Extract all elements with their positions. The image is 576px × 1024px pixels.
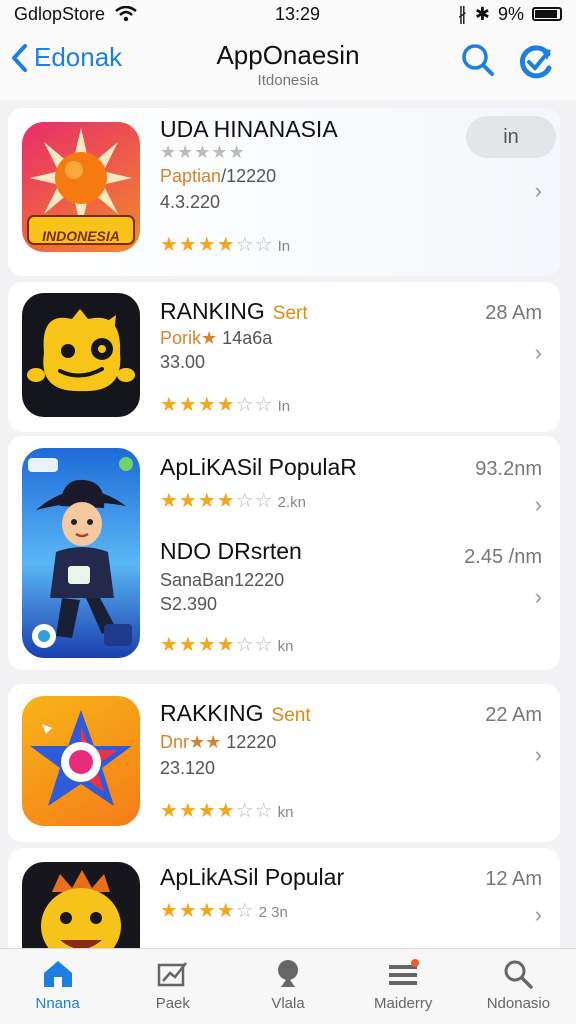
battery-icon (532, 7, 562, 21)
app-icon-ninja (22, 448, 140, 658)
list-icon (389, 959, 420, 985)
star-rating: ★★★★☆☆ kn (160, 800, 294, 822)
star-illustration-icon (30, 710, 132, 806)
bluetooth-icon-2: ✱ (474, 3, 490, 24)
tab-bar: Nnana Paek Vlala Maiderry Ndonasio (0, 948, 576, 1024)
ninja-illustration-icon (28, 457, 133, 648)
app-name-secondary: NDO DRsrten (160, 538, 302, 564)
chevron-right-icon[interactable]: › (535, 492, 542, 518)
tab-chart[interactable]: Paek (115, 949, 230, 1024)
bluetooth-icon: ∦ (457, 3, 467, 24)
tab-home[interactable]: Nnana (0, 949, 115, 1024)
chevron-right-icon[interactable]: › (535, 584, 542, 610)
star-rating: ★★★★☆☆ In (160, 394, 291, 416)
app-card-2[interactable]: RANKING Sert Porik★ 14a6a 33.00 ★★★★☆☆ In … (8, 282, 560, 432)
clock: 13:29 (274, 3, 320, 24)
person-icon (278, 960, 298, 987)
tab-person[interactable]: Vlala (230, 949, 345, 1024)
app-card-4[interactable]: RAKKING Sent Dnr★★ 12220 23.120 ★★★★☆☆ kn … (8, 684, 560, 842)
monster-illustration-icon (27, 309, 135, 392)
chevron-right-icon[interactable]: › (535, 178, 542, 204)
app-meta-line-2: 4.3.220 (160, 192, 221, 212)
app-icon-sun: INDONESIA (22, 122, 140, 252)
home-icon (43, 961, 72, 987)
chevron-right-icon[interactable]: › (535, 902, 542, 928)
tab-label: Maiderry (374, 995, 433, 1012)
app-icon-star (22, 696, 140, 826)
app-meta-line-1: SanaBan12220 (160, 570, 285, 590)
app-meta-line-2: 23.120 (160, 758, 216, 778)
update-time: 28 Am (485, 302, 542, 324)
app-meta-line-1: Porik★ 14a6a (160, 328, 273, 348)
tab-label: Paek (155, 995, 190, 1012)
app-meta-line-2: S2.390 (160, 594, 218, 614)
star-rating: ★★★★☆ 2 3n (160, 900, 288, 922)
get-button[interactable]: in (466, 116, 556, 158)
tab-label: Ndonasio (486, 995, 551, 1012)
app-name: UDA HINANASIA (160, 116, 338, 142)
app-name: ApLikASil Popular (160, 864, 345, 890)
battery-percent: 9% (497, 3, 524, 24)
update-time: 2.45 /nm (464, 546, 542, 568)
rating-stars: ★★★★★ (160, 142, 246, 162)
chart-icon (157, 962, 187, 987)
star-rating: ★★★★☆☆ kn (160, 634, 294, 656)
app-name: ApLiKASil PopulaR (160, 454, 357, 480)
chevron-right-icon[interactable]: › (535, 340, 542, 366)
tab-list[interactable]: Maiderry (346, 949, 461, 1024)
update-time: 12 Am (485, 868, 542, 890)
star-rating: ★★★★☆☆ 2.kn (160, 490, 306, 512)
navigation-bar: Edonak AppOnaesin Itdonesia (0, 28, 576, 100)
update-time: 22 Am (485, 704, 542, 726)
app-card-3[interactable]: ApLiKASil PopulaR ★★★★☆☆ 2.kn 93.2nm › ND… (8, 436, 560, 670)
wifi-icon (115, 6, 137, 22)
chevron-right-icon[interactable]: › (535, 742, 542, 768)
app-name: RAKKING Sent (160, 700, 311, 726)
status-bar: GdlopStore 13:29 ∦ ✱ 9% (0, 0, 576, 28)
app-icon-monster (22, 293, 140, 417)
app-meta-line-1: Paptian/12220 (160, 166, 277, 186)
update-time: 93.2nm (475, 458, 542, 480)
tab-label: Vlala (271, 995, 305, 1012)
app-meta-line-1: Dnr★★ 12220 (160, 732, 277, 752)
star-rating: ★★★★☆☆ In (160, 234, 291, 256)
tab-search[interactable]: Ndonasio (461, 949, 576, 1024)
app-meta-line-2: 33.00 (160, 352, 206, 372)
app-card-1[interactable]: INDONESIA UDA HINANASIA ★★★★★ Paptian/12… (8, 108, 560, 276)
search-icon[interactable] (460, 42, 496, 78)
app-icon-label: INDONESIA (42, 228, 120, 244)
search-icon (504, 960, 534, 989)
tab-label: Nnana (35, 995, 80, 1012)
refresh-icon[interactable] (516, 42, 556, 82)
app-name: RANKING Sert (160, 298, 308, 324)
carrier-label: GdlopStore (14, 3, 106, 24)
